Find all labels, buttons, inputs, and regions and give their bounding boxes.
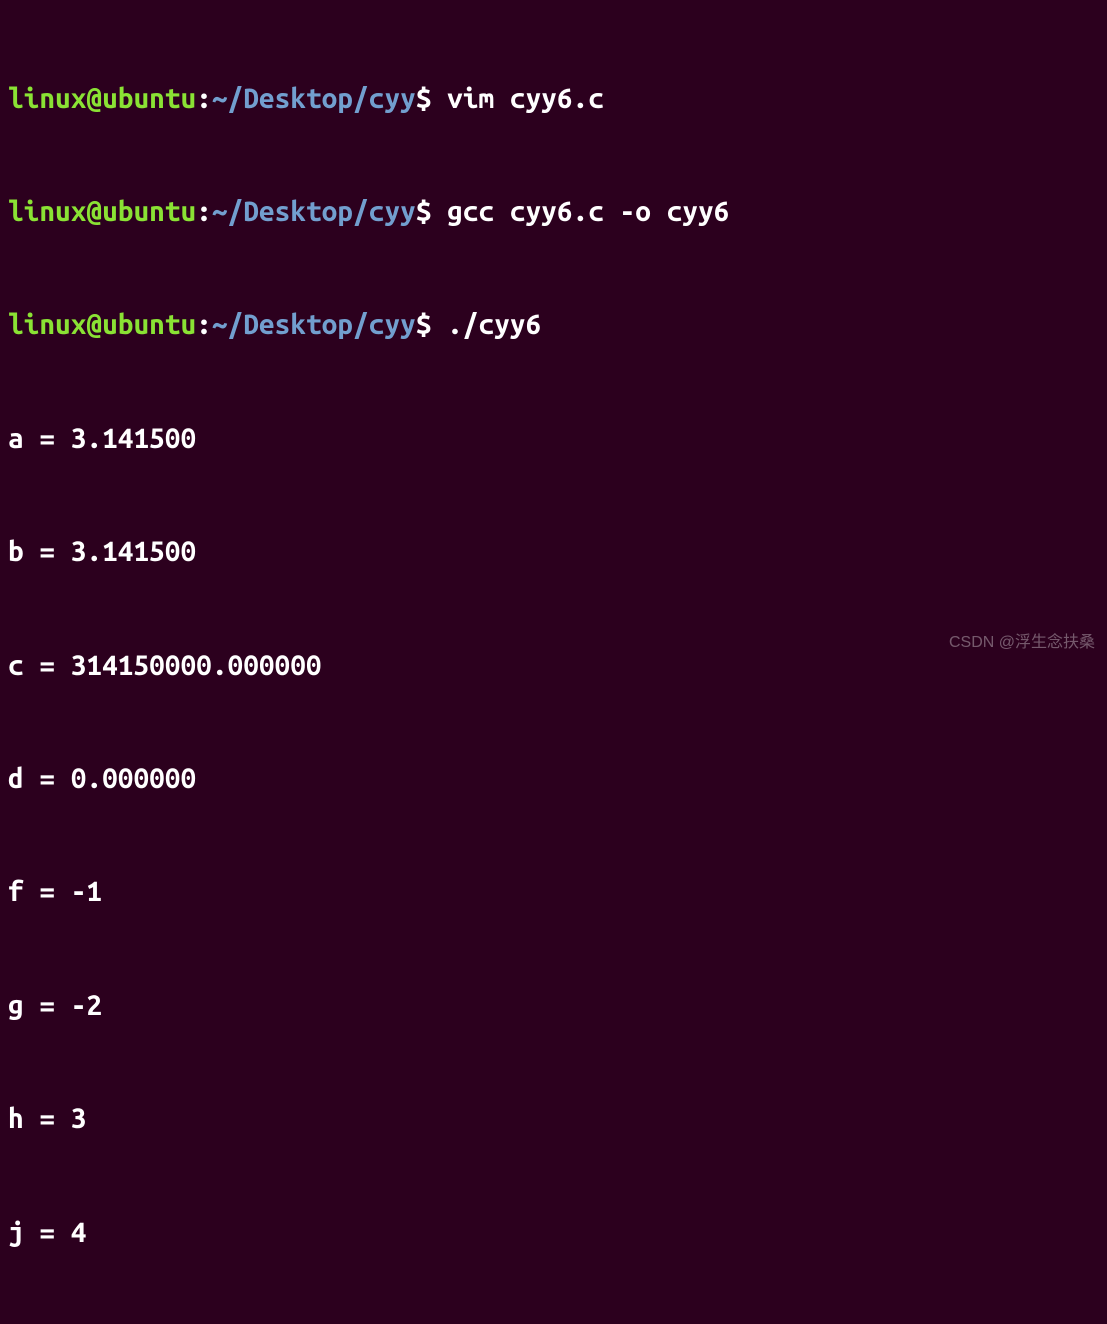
output-line: f = -1 — [8, 873, 1099, 911]
output-line: j = 4 — [8, 1214, 1099, 1252]
prompt-path: ~/Desktop/cyy — [212, 309, 416, 340]
prompt-line-3: linux@ubuntu:~/Desktop/cyy$ ./cyy6 — [8, 306, 1099, 344]
prompt-line-2: linux@ubuntu:~/Desktop/cyy$ gcc cyy6.c -… — [8, 193, 1099, 231]
output-line: b = 3.141500 — [8, 533, 1099, 571]
command-text: vim cyy6.c — [447, 83, 604, 114]
prompt-path: ~/Desktop/cyy — [212, 196, 416, 227]
user-host: linux@ubuntu — [8, 83, 196, 114]
output-line: h = 3 — [8, 1100, 1099, 1138]
prompt-colon: : — [196, 196, 212, 227]
prompt-line-1: linux@ubuntu:~/Desktop/cyy$ vim cyy6.c — [8, 80, 1099, 118]
terminal-window[interactable]: linux@ubuntu:~/Desktop/cyy$ vim cyy6.c l… — [8, 4, 1099, 1324]
command-text: gcc cyy6.c -o cyy6 — [447, 196, 729, 227]
prompt-path: ~/Desktop/cyy — [212, 83, 416, 114]
watermark-text: CSDN @浮生念扶桑 — [949, 632, 1095, 654]
prompt-colon: : — [196, 83, 212, 114]
prompt-dollar: $ — [416, 309, 432, 340]
output-line: d = 0.000000 — [8, 760, 1099, 798]
user-host: linux@ubuntu — [8, 196, 196, 227]
prompt-colon: : — [196, 309, 212, 340]
prompt-dollar: $ — [416, 83, 432, 114]
output-line: g = -2 — [8, 987, 1099, 1025]
output-line: c = 314150000.000000 — [8, 647, 1099, 685]
prompt-dollar: $ — [416, 196, 432, 227]
command-text: ./cyy6 — [447, 309, 541, 340]
output-line: a = 3.141500 — [8, 420, 1099, 458]
user-host: linux@ubuntu — [8, 309, 196, 340]
